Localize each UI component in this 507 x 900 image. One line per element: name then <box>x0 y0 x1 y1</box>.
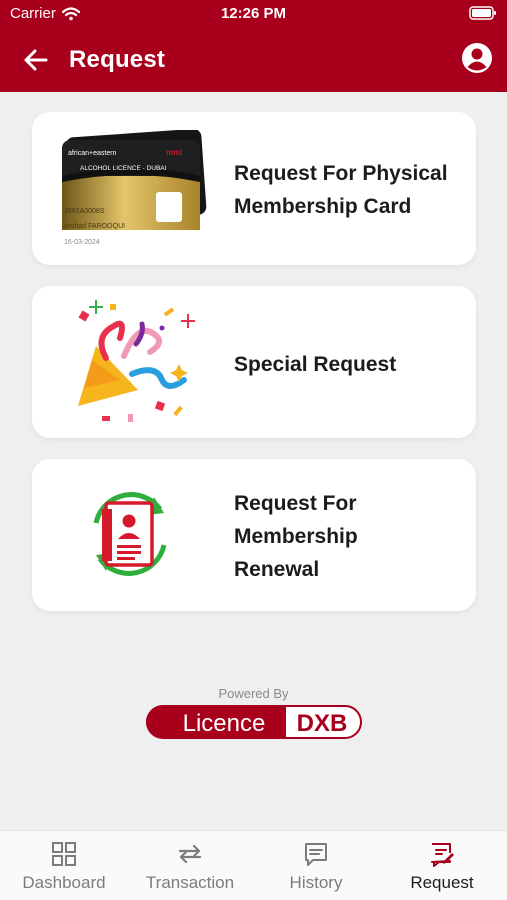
card-label: Special Request <box>234 348 396 381</box>
tab-label: Request <box>410 873 474 892</box>
card-date-text: 16-03-2024 <box>64 239 100 246</box>
page-title: Request <box>69 46 166 73</box>
request-physical-card-option[interactable]: african+eastern mmi ALCOHOL LICENCE - DU… <box>32 112 476 265</box>
tab-transaction[interactable]: Transaction <box>127 831 253 900</box>
app-header: Carrier 12:26 PM Request <box>0 0 507 92</box>
battery-icon <box>469 6 496 20</box>
membership-renewal-option[interactable]: Request For Membership Renewal <box>32 459 476 611</box>
special-request-option[interactable]: Special Request <box>32 286 476 438</box>
powered-by-text: Powered By <box>218 686 289 701</box>
status-time: 12:26 PM <box>220 5 287 22</box>
renewal-icon <box>93 492 167 576</box>
card-label-line: Membership <box>234 525 358 548</box>
nav-bar: Request <box>0 42 507 82</box>
tab-label: Dashboard <box>22 873 106 892</box>
card-brand-right: mmi <box>166 148 182 157</box>
card-label-line: Request For <box>234 492 357 515</box>
tab-label: History <box>289 873 343 892</box>
party-popper-icon <box>78 300 195 422</box>
card-label-line: Special Request <box>234 353 397 376</box>
tab-bar: Dashboard Transaction History Request <box>0 830 507 900</box>
history-icon <box>305 843 327 866</box>
membership-card-image: african+eastern mmi ALCOHOL LICENCE - DU… <box>62 130 207 246</box>
card-title-text: ALCOHOL LICENCE - DUBAI <box>80 165 167 172</box>
dashboard-icon <box>52 842 76 866</box>
card-label-line: Request For Physical <box>234 162 448 185</box>
card-label: Request For Membership Renewal <box>234 487 358 586</box>
logo-right-text: DXB <box>297 710 348 737</box>
status-bar: Carrier 12:26 PM <box>0 0 507 30</box>
card-label: Request For Physical Membership Card <box>234 157 448 223</box>
licence-dxb-logo: Licence DXB <box>146 705 362 739</box>
transaction-icon <box>178 844 202 864</box>
card-label-line: Membership Card <box>234 195 412 218</box>
card-label-line: Renewal <box>234 558 320 581</box>
request-icon <box>431 843 454 867</box>
card-number-text: 2662A0008S <box>64 208 105 215</box>
tab-label: Transaction <box>145 873 235 892</box>
tab-dashboard[interactable]: Dashboard <box>1 831 127 900</box>
back-arrow-icon[interactable] <box>22 46 50 74</box>
card-name-text: Arshad FAROOQUI <box>64 223 125 230</box>
tab-request[interactable]: Request <box>379 831 505 900</box>
profile-icon[interactable] <box>461 42 493 74</box>
logo-left-text: Licence <box>183 710 266 737</box>
card-brand-left: african+eastern <box>68 150 117 157</box>
tab-history[interactable]: History <box>253 831 379 900</box>
